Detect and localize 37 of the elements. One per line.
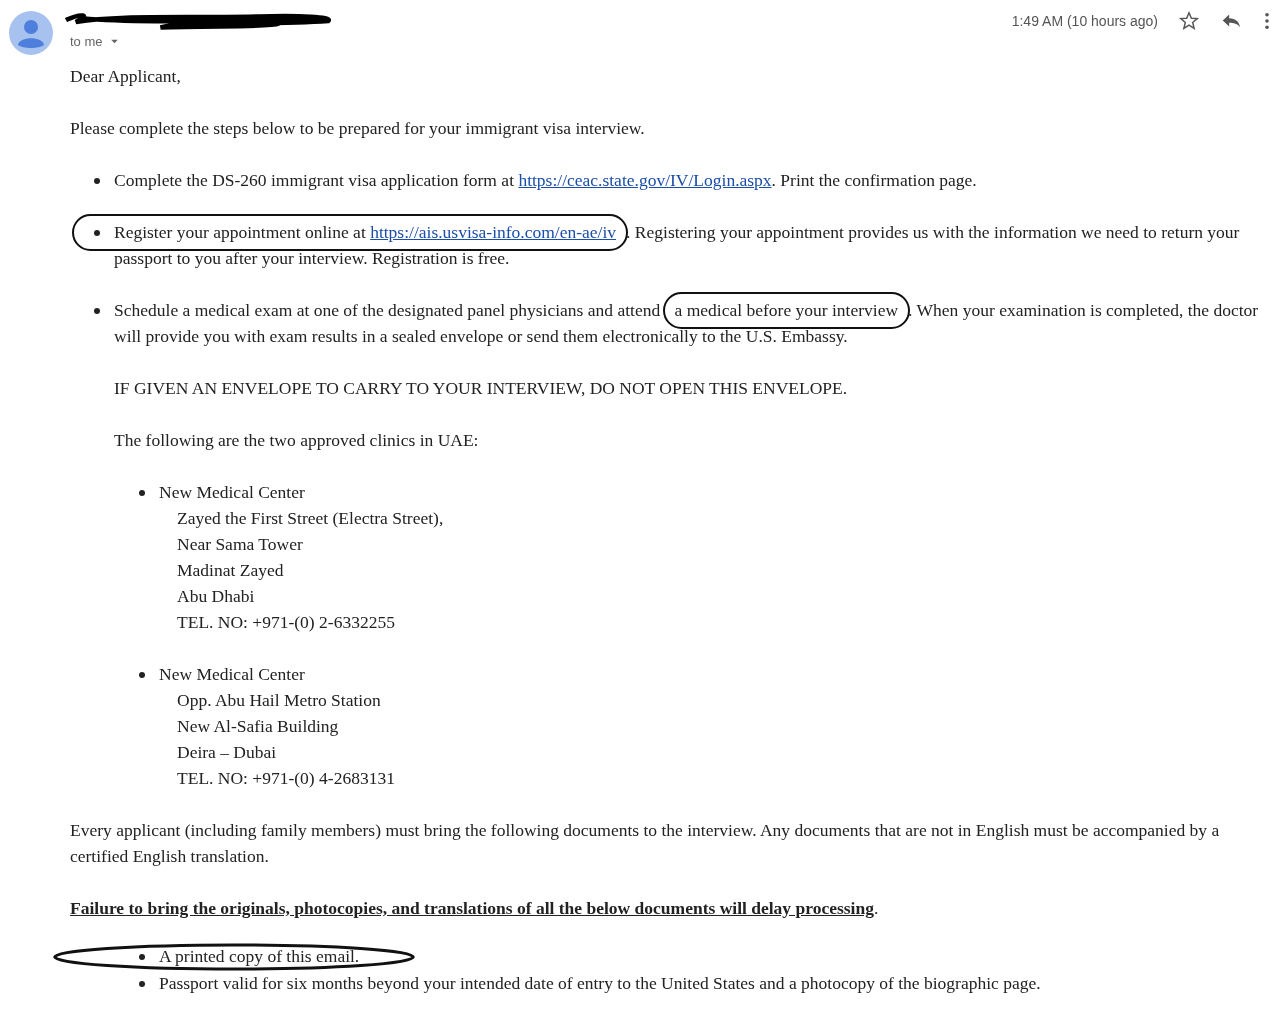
document-item: Passport valid for six months beyond your intended date of entry to the United States and a photocopy of the biographic page.	[159, 972, 1041, 995]
bullet-icon	[139, 490, 145, 496]
email-link[interactable]: https://ceac.state.gov/IV/Login.aspx	[518, 170, 772, 190]
address-line: Near Sama Tower	[177, 533, 304, 556]
address-line: Zayed the First Street (Electra Street),	[177, 507, 444, 530]
warning-paragraph: Failure to bring the originals, photocopies, and translations of all the below documents will delay processing.	[70, 897, 880, 920]
email-time: 1:49 AM (10 hours ago)	[1011, 13, 1158, 29]
address-line: Opp. Abu Hail Metro Station	[177, 689, 382, 712]
clinic-name: New Medical Center	[159, 663, 306, 686]
address-line: New Al-Safia Building	[177, 715, 340, 738]
avatar-icon	[9, 11, 53, 55]
intro-paragraph: Please complete the steps below to be prepared for your immigrant visa interview.	[70, 117, 646, 140]
bullet-icon	[139, 981, 145, 987]
bullet-icon	[139, 672, 145, 678]
star-icon[interactable]	[1178, 10, 1200, 32]
greeting: Dear Applicant,	[70, 65, 182, 88]
caret-icon	[109, 39, 119, 44]
bullet-icon	[94, 178, 100, 184]
address-line: TEL. NO: +971-(0) 2-6332255	[177, 611, 396, 634]
address-line: Abu Dhabi	[177, 585, 256, 608]
bullet-icon	[94, 230, 100, 236]
address-line: TEL. NO: +971-(0) 4-2683131	[177, 767, 395, 790]
step-paragraph: Schedule a medical exam at one of the designated panel physicians and attend a medical before your interview . When your examination is completed, the doctor will provide you with exam results in a sealed envelope or send them electronically to the U.S. Embassy.	[114, 297, 1276, 349]
address-line: Madinat Zayed	[177, 559, 285, 582]
step-paragraph: Register your appointment online at https://ais.usvisa-info.com/en-ae/iv . Registering your appointment provides us with the information we need to return your passport to you after your interview. Registration is free.	[114, 219, 1276, 271]
step-paragraph: The following are the two approved clinics in UAE:	[114, 429, 480, 452]
recipient-dropdown[interactable]: to me	[70, 34, 338, 49]
document-item: A printed copy of this email.	[159, 945, 360, 968]
more-icon[interactable]	[1264, 12, 1270, 30]
bullet-icon	[94, 308, 100, 314]
clinic-name: New Medical Center	[159, 481, 306, 504]
documents-paragraph: Every applicant (including family members) must bring the following documents to the interview. Any documents that are not in English must be accompanied by a certified English translation.	[70, 819, 1221, 868]
email-link[interactable]: https://ais.usvisa-info.com/en-ae/iv	[370, 222, 617, 242]
step-paragraph: Complete the DS-260 immigrant visa application form at https://ceac.state.gov/IV/Login.aspx. Print the confirmation page.	[114, 169, 978, 192]
bullet-icon	[139, 954, 145, 960]
address-line: Deira – Dubai	[177, 741, 278, 764]
step-paragraph: IF GIVEN AN ENVELOPE TO CARRY TO YOUR INTERVIEW, DO NOT OPEN THIS ENVELOPE.	[114, 377, 849, 400]
